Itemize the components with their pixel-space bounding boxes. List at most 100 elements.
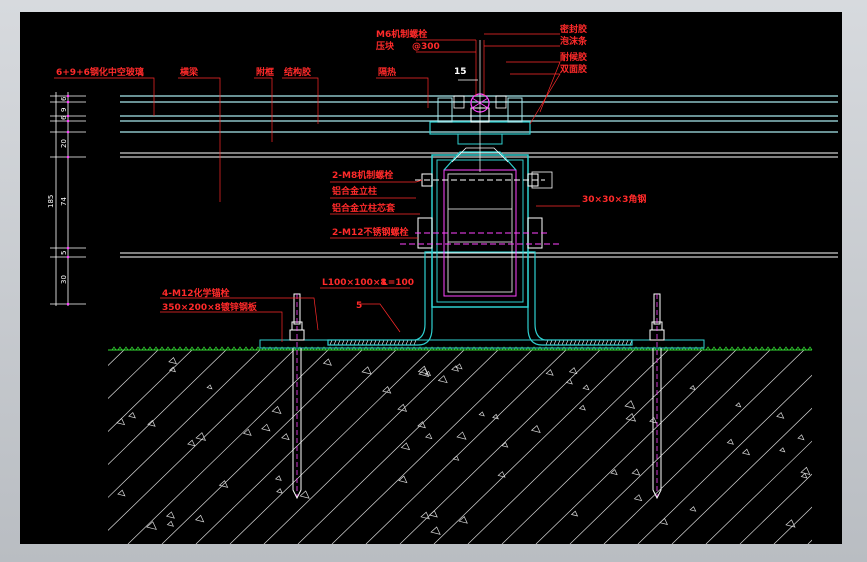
weld-tick	[561, 339, 565, 346]
hatch-line	[501, 350, 703, 544]
weld-tick	[625, 339, 629, 346]
aggregate-mark	[631, 468, 641, 476]
aggregate-mark	[582, 384, 590, 391]
weld-tick	[569, 339, 573, 346]
aggregate-mark	[633, 494, 643, 502]
hatch-line	[671, 407, 812, 544]
hatch-line	[127, 350, 329, 544]
label-sealant: 密封胶	[559, 23, 587, 35]
plate-weld-hatch	[329, 339, 633, 346]
label-weld: 5	[356, 301, 362, 311]
aggregate-mark	[276, 488, 283, 494]
label-alu-mullion-core: 铝合金立柱芯套	[332, 202, 396, 214]
left-dimension-chain	[50, 92, 86, 306]
hatch-line	[569, 350, 771, 544]
hatch-line	[739, 473, 812, 544]
hatch-line	[637, 374, 812, 544]
left-dim-values: 6 9 6 20 74 5 30 185	[47, 96, 68, 284]
hatch-line	[20, 350, 22, 544]
label-transom: 横梁	[180, 66, 199, 78]
pressure-cap	[429, 40, 531, 172]
label-weather-sealant: 耐候胶	[560, 51, 587, 63]
label-alu-mullion: 铝合金立柱	[332, 185, 377, 197]
chemical-anchor-left	[289, 293, 305, 500]
aggregate-mark	[428, 510, 438, 518]
aggregate-mark	[797, 434, 805, 441]
concrete-ground	[20, 350, 812, 544]
label-sub-frame: 附框	[256, 66, 274, 78]
aggregate-mark	[299, 490, 310, 499]
hatch-line	[108, 350, 125, 367]
embed-plate	[259, 339, 705, 349]
weld-tick	[405, 339, 409, 346]
label-angle-steel: L100×100×8	[322, 278, 387, 288]
m8-bolts	[415, 173, 545, 187]
dim-74: 74	[60, 197, 68, 206]
aggregate-mark	[741, 448, 751, 456]
aggregate-mark	[242, 428, 252, 436]
aggregate-mark	[452, 455, 460, 461]
hatch-line	[108, 350, 193, 432]
hatch-line	[297, 350, 499, 544]
aggregate-mark	[779, 447, 786, 453]
aggregate-mark	[625, 413, 637, 422]
label-two-sided-tape: 双面胶	[560, 63, 587, 75]
weld-tick	[389, 339, 393, 346]
chemical-anchor-right	[649, 293, 665, 500]
weld-tick	[553, 339, 557, 346]
weld-tick	[365, 339, 369, 346]
aggregate-mark	[206, 384, 213, 390]
dim-6b: 6	[60, 115, 68, 120]
label-insulation: 隔热	[378, 66, 396, 78]
aggregate-mark	[166, 520, 174, 527]
aggregate-mark	[456, 431, 467, 440]
label-mullion-bolts: 2-M8机制螺栓	[332, 169, 393, 181]
label-structural-adhesive: 结构胶	[284, 66, 311, 78]
aggregate-mark	[800, 466, 811, 476]
weld-tick	[357, 339, 361, 346]
hatch-line	[108, 350, 159, 399]
aggregate-mark	[400, 442, 411, 451]
hatch-line	[229, 350, 431, 544]
aggregate-mark	[689, 384, 696, 391]
hatch-line	[807, 539, 812, 544]
dim-5: 5	[60, 251, 68, 255]
weld-tick	[369, 339, 373, 346]
hatch-line	[20, 350, 56, 544]
aggregate-mark	[146, 521, 157, 530]
weld-tick	[617, 339, 621, 346]
weld-tick	[377, 339, 381, 346]
weld-tick	[549, 339, 553, 346]
aggregate-mark	[165, 511, 175, 519]
weld-tick	[413, 339, 417, 346]
aggregate-mark	[624, 400, 636, 409]
dim-185: 185	[47, 195, 55, 208]
dim-30: 30	[60, 275, 68, 284]
hatch-line	[467, 350, 669, 544]
angle-bracket-right	[527, 251, 633, 346]
weld-tick	[353, 339, 357, 346]
weld-tick	[337, 339, 341, 346]
aggregate-mark	[545, 369, 554, 376]
weld-tick	[557, 339, 561, 346]
weld-tick	[585, 339, 589, 346]
weld-tick	[573, 339, 577, 346]
aggregate-mark	[398, 475, 408, 484]
aggregate-mark	[271, 405, 282, 414]
label-m12-bolts: 2-M12不锈钢螺栓	[332, 226, 408, 238]
aggregate-mark	[458, 516, 468, 524]
weld-tick	[393, 339, 397, 346]
aggregate-mark	[530, 424, 541, 433]
weld-tick	[621, 339, 625, 346]
aggregate-mark	[689, 506, 697, 512]
aggregate-mark	[261, 423, 271, 432]
weld-tick	[565, 339, 569, 346]
aggregate-mark	[424, 433, 433, 440]
weld-tick	[409, 339, 413, 346]
hatch-line	[365, 350, 567, 544]
label-bolt-top: M6机制螺栓	[376, 28, 427, 40]
weld-tick	[341, 339, 345, 346]
aggregate-mark	[147, 419, 156, 427]
m12-bolts	[400, 217, 560, 249]
label-chem-anchors: 4-M12化学锚栓	[162, 287, 229, 299]
